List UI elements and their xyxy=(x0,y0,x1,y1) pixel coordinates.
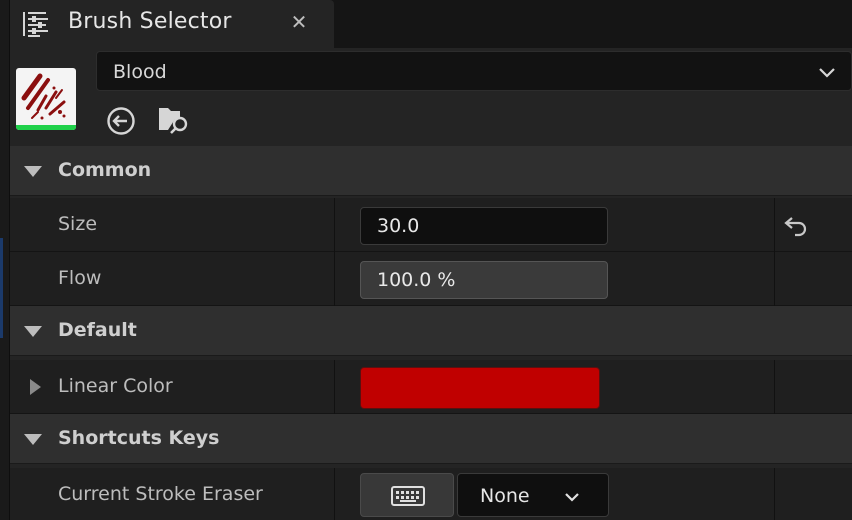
size-value: 30.0 xyxy=(377,215,420,237)
column-divider xyxy=(334,198,335,252)
size-field[interactable]: 30.0 xyxy=(360,207,608,245)
tab-brush-selector[interactable]: Brush Selector ✕ xyxy=(10,0,334,48)
linear-color-label: Linear Color xyxy=(58,375,173,397)
keyboard-capture-button[interactable] xyxy=(360,473,454,517)
column-divider xyxy=(334,360,335,414)
details-panel: Common Size 30.0 Flow 100.0 % Default Li… xyxy=(10,146,852,520)
tab-strip: Brush Selector ✕ xyxy=(10,0,852,48)
column-divider xyxy=(774,360,775,414)
caret-down-icon xyxy=(24,166,42,177)
column-divider xyxy=(774,468,775,520)
section-title-shortcuts: Shortcuts Keys xyxy=(58,427,220,449)
brush-asset-value: Blood xyxy=(113,61,167,83)
property-row-linear-color: Linear Color xyxy=(10,360,852,414)
column-divider xyxy=(334,468,335,520)
column-divider xyxy=(774,198,775,252)
keyboard-icon xyxy=(391,486,425,506)
close-icon[interactable]: ✕ xyxy=(288,10,310,34)
property-row-size: Size 30.0 xyxy=(10,198,852,252)
property-row-flow: Flow 100.0 % xyxy=(10,252,852,306)
section-common[interactable]: Common xyxy=(10,146,852,196)
edge-highlight xyxy=(0,238,3,338)
thumbnail-accent-bar xyxy=(16,125,76,130)
column-divider xyxy=(334,252,335,306)
property-row-current-stroke-eraser: Current Stroke Eraser None xyxy=(10,468,852,520)
brush-selector-window: Brush Selector ✕ Blood Common Size 30.0 … xyxy=(0,0,852,520)
chevron-down-icon xyxy=(565,493,579,502)
section-shortcuts-keys[interactable]: Shortcuts Keys xyxy=(10,414,852,464)
brush-stroke-image xyxy=(21,73,66,120)
section-title-common: Common xyxy=(58,159,152,181)
brush-asset-combo[interactable]: Blood xyxy=(96,51,852,91)
column-divider xyxy=(774,252,775,306)
flow-label: Flow xyxy=(58,267,102,289)
current-stroke-eraser-label: Current Stroke Eraser xyxy=(58,483,263,505)
linear-color-swatch[interactable] xyxy=(360,367,600,409)
caret-down-icon xyxy=(24,326,42,337)
caret-right-icon[interactable] xyxy=(30,379,42,395)
tab-title: Brush Selector xyxy=(68,9,232,34)
section-default[interactable]: Default xyxy=(10,306,852,356)
details-panel-icon xyxy=(23,12,48,37)
eraser-key-combo[interactable]: None xyxy=(457,473,609,517)
section-title-default: Default xyxy=(58,319,137,341)
eraser-key-value: None xyxy=(480,485,530,507)
caret-down-icon xyxy=(24,434,42,445)
brush-header: Blood xyxy=(10,48,852,146)
chevron-down-icon xyxy=(819,68,835,78)
flow-field[interactable]: 100.0 % xyxy=(360,261,608,299)
flow-value: 100.0 % xyxy=(377,269,456,291)
browse-asset-icon[interactable] xyxy=(156,102,190,136)
left-edge xyxy=(0,0,10,520)
size-label: Size xyxy=(58,213,98,235)
use-selected-asset-icon[interactable] xyxy=(104,104,138,138)
brush-thumbnail[interactable] xyxy=(16,68,76,130)
reset-to-default-icon[interactable] xyxy=(782,212,810,238)
